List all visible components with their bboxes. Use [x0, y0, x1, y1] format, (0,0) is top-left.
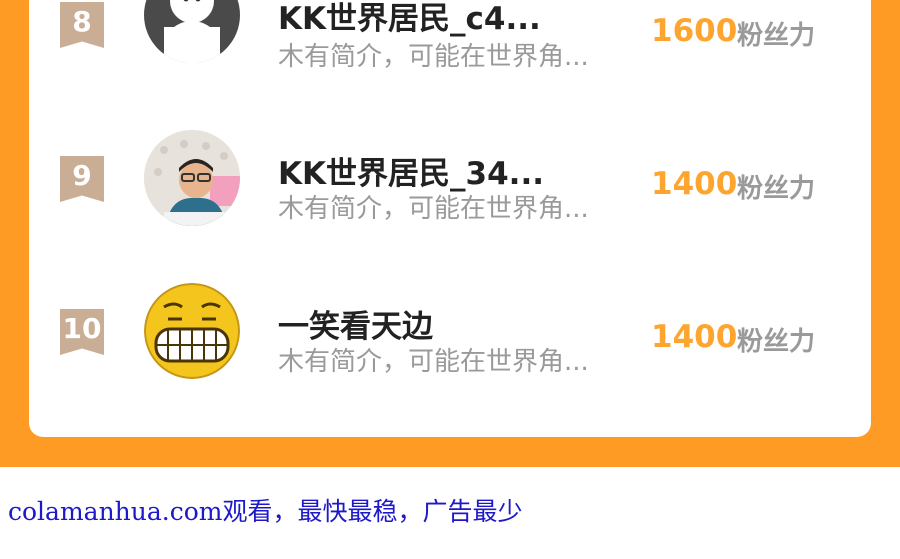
user-name[interactable]: KK世界居民_34...: [278, 148, 544, 193]
ranking-card: 8 KK世界居民_c4... 木有简介，可能在世界角... 1600 粉丝力 9: [29, 0, 871, 437]
fan-score-unit: 粉丝力: [737, 21, 816, 51]
site-footer-text[interactable]: colamanhua.com观看，最快最稳，广告最少: [8, 492, 522, 528]
user-intro: 木有简介，可能在世界角...: [278, 347, 589, 377]
user-name[interactable]: 一笑看天边: [278, 301, 433, 346]
ranking-row-8[interactable]: 8 KK世界居民_c4... 木有简介，可能在世界角... 1600 粉丝力: [29, 0, 871, 100]
page: 8 KK世界居民_c4... 木有简介，可能在世界角... 1600 粉丝力 9: [0, 0, 900, 559]
ranking-row-10[interactable]: 10 一笑看天边 木有简介，可能在世界角... 1400 粉丝力: [29, 283, 871, 403]
ranking-row-9[interactable]: 9 KK世界居民_34... 木有简介，可能在世界角... 1400 粉丝力: [29, 130, 871, 250]
ghost-icon: [164, 0, 220, 63]
child-photo-icon: [144, 130, 240, 226]
grin-emoji-icon: [144, 283, 240, 379]
user-intro: 木有简介，可能在世界角...: [278, 194, 589, 224]
user-intro: 木有简介，可能在世界角...: [278, 42, 589, 72]
ghost-avatar-icon[interactable]: [144, 0, 240, 63]
fan-score: 1400: [651, 166, 738, 202]
fan-score: 1400: [651, 319, 738, 355]
grin-emoji-avatar-icon[interactable]: [144, 283, 240, 379]
fan-score-unit: 粉丝力: [737, 327, 816, 357]
fan-score: 1600: [651, 13, 738, 49]
user-name[interactable]: KK世界居民_c4...: [278, 0, 541, 38]
fan-score-unit: 粉丝力: [737, 174, 816, 204]
rank-badge: 9: [60, 156, 104, 202]
child-photo-avatar-icon[interactable]: [144, 130, 240, 226]
rank-badge: 10: [60, 309, 104, 355]
rank-badge: 8: [60, 2, 104, 48]
